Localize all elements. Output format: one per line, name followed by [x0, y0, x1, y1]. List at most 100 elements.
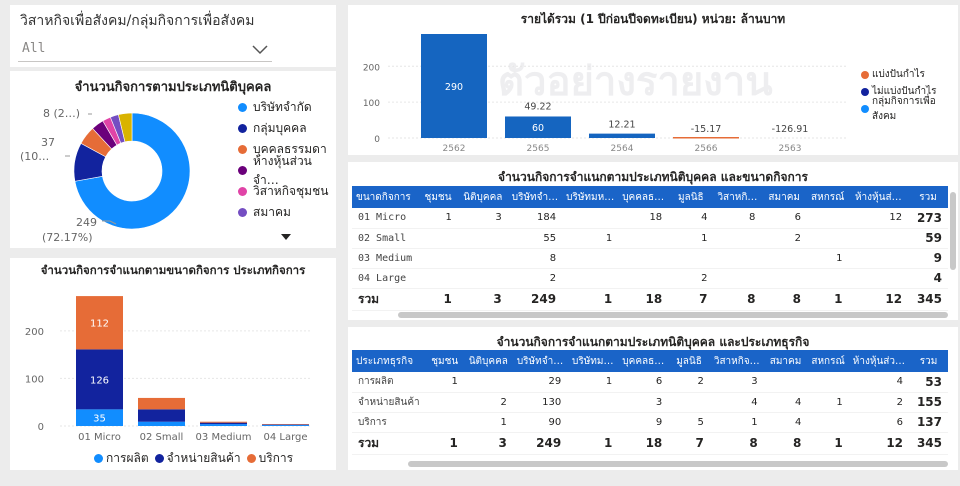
column-header[interactable]: สมาคม: [761, 186, 808, 208]
bar-segment[interactable]: [138, 421, 185, 426]
table-cell: [713, 248, 762, 269]
column-header[interactable]: มูลนิธิ: [668, 186, 714, 208]
table-row[interactable]: 01 Micro 1 3 184 18 4 8 6 12 273: [352, 208, 948, 229]
revenue-bar[interactable]: [673, 137, 739, 139]
bar-segment[interactable]: [138, 409, 185, 422]
column-header[interactable]: ขนาดกิจการ: [352, 186, 419, 208]
caret-down-icon[interactable]: [281, 234, 291, 240]
table-row[interactable]: 02 Small 55 1 1 2 59: [352, 228, 948, 249]
table-cell: [713, 268, 762, 289]
table-total-row[interactable]: รวม 1 3 249 1 18 7 8 8 1 12 345: [352, 431, 948, 455]
bar-data-label: 126: [90, 375, 109, 386]
legend-item[interactable]: กลุ่มกิจการเพื่อสังคม: [861, 96, 958, 122]
legend-item[interactable]: บริการ: [246, 448, 294, 469]
table-cell: 2: [761, 228, 808, 249]
column-header[interactable]: สหกรณ์: [807, 186, 849, 208]
table-row[interactable]: การผลิต 1 29 1 6 2 3 4 53: [352, 372, 948, 393]
table-cell: 4: [763, 412, 808, 433]
table-cell: 3: [618, 392, 669, 413]
bar-data-label: 290: [445, 82, 463, 93]
column-header[interactable]: นิติบุคคล: [463, 350, 513, 372]
donut-panel: จำนวนกิจการตามประเภทนิติบุคคล 249 (72.17…: [10, 71, 336, 248]
bar-segment[interactable]: [200, 424, 247, 426]
table-cell: 3: [457, 208, 508, 229]
table-cell: [807, 228, 849, 249]
row-total-cell: 4: [908, 268, 948, 289]
x-tick-label: 03 Medium: [196, 432, 252, 443]
legend-dot: [246, 454, 256, 463]
column-header[interactable]: นิติบุคคล: [457, 186, 508, 208]
column-header[interactable]: บริษัทจำ…: [507, 186, 563, 208]
x-tick-label: 04 Large: [263, 432, 307, 443]
vertical-scrollbar[interactable]: [950, 192, 956, 270]
legend-dot: [861, 70, 869, 79]
row-label-cell: 04 Large: [352, 268, 419, 289]
table-cell: [562, 268, 619, 289]
table-row[interactable]: 03 Medium 8 1 9: [352, 248, 948, 269]
column-header[interactable]: สหกรณ์: [807, 350, 849, 372]
legend-item[interactable]: การผลิต: [94, 448, 149, 469]
total-cell: 8: [761, 287, 808, 311]
column-header[interactable]: มูลนิธิ: [668, 350, 710, 372]
legend-dot: [238, 208, 247, 217]
table-cell: 6: [848, 412, 910, 433]
bar-segment[interactable]: [262, 424, 309, 425]
total-cell: 1: [567, 431, 619, 455]
donut-label-mid-pct: (10…: [20, 150, 49, 163]
column-header[interactable]: รวม: [909, 350, 948, 372]
column-header[interactable]: สมาคม: [763, 350, 808, 372]
legend-item[interactable]: กลุ่มบุคคล: [238, 118, 334, 139]
total-cell: 345: [909, 431, 948, 455]
legend-item[interactable]: ห้างหุ้นส่วนจำ…: [238, 154, 334, 187]
column-header[interactable]: บริษัทจำ…: [512, 350, 568, 372]
column-header[interactable]: บุคคลธ…: [618, 350, 669, 372]
column-header[interactable]: บุคคลธ…: [618, 186, 669, 208]
donut-label-big-pct: (72.17%): [42, 231, 93, 244]
legend-item[interactable]: บริษัทจำกัด: [238, 97, 334, 118]
table-cell: 1: [463, 412, 513, 433]
column-header[interactable]: ชุมชน: [418, 186, 458, 208]
horizontal-scrollbar[interactable]: [408, 461, 948, 467]
table-row[interactable]: จำหน่ายสินค้า 2 130 3 4 4 1 2 155: [352, 392, 948, 413]
bar-segment[interactable]: [200, 422, 247, 425]
bar-segment[interactable]: [138, 397, 185, 410]
table-cell: [418, 248, 458, 269]
bar-segment[interactable]: [262, 425, 309, 426]
bar-segment[interactable]: [200, 421, 247, 423]
column-header[interactable]: วิสาหกิ…: [713, 186, 762, 208]
bar-data-label: -15.17: [691, 124, 722, 135]
legend-item[interactable]: สมาคม: [238, 202, 334, 223]
table-cell: 2: [463, 392, 513, 413]
table-cell: [807, 372, 849, 393]
table-header-row: ประเภทธุรกิจ ชุมชน นิติบุคคล บริษัทจำ… บ…: [352, 350, 948, 372]
horizontal-scrollbar[interactable]: [398, 312, 948, 318]
revenue-bar[interactable]: [589, 133, 655, 138]
legend-label: บริการ: [258, 451, 294, 465]
total-cell: 7: [668, 431, 710, 455]
slicer-dropdown[interactable]: All: [18, 38, 272, 62]
legend-item[interactable]: วิสาหกิจชุมชน: [238, 181, 334, 202]
legend-dot: [238, 103, 247, 112]
table-row[interactable]: 04 Large 2 2 4: [352, 268, 948, 289]
legend-label: กลุ่มบุคคล: [253, 121, 307, 135]
legend-dot: [861, 87, 869, 96]
slicer-panel: วิสาหกิจเพื่อสังคม/กลุ่มกิจการเพื่อสังคม…: [10, 5, 336, 67]
table-cell: [618, 228, 669, 249]
legend-dot: [238, 145, 247, 154]
column-header[interactable]: รวม: [908, 186, 948, 208]
column-header[interactable]: บริษัทม…: [567, 350, 619, 372]
column-header[interactable]: ห้างหุ้นส่ว…: [848, 350, 910, 372]
column-header[interactable]: ชุมชน: [425, 350, 464, 372]
legend-item[interactable]: จำหน่ายสินค้า: [154, 448, 241, 469]
legend-dot: [238, 124, 247, 133]
column-header[interactable]: วิสาหกิจ…: [709, 350, 764, 372]
table-cell: [807, 412, 849, 433]
column-header[interactable]: ห้างหุ้นส่…: [848, 186, 909, 208]
bar-segment[interactable]: [262, 424, 309, 426]
table-row[interactable]: บริการ 1 90 9 5 1 4 6 137: [352, 412, 948, 433]
table-total-row[interactable]: รวม 1 3 249 1 18 7 8 8 1 12 345: [352, 287, 948, 311]
legend-item[interactable]: แบ่งปันกำไร: [861, 66, 958, 83]
column-header[interactable]: ประเภทธุรกิจ: [352, 350, 426, 372]
table-cell: 2: [507, 268, 563, 289]
column-header[interactable]: บริษัทมห…: [562, 186, 619, 208]
